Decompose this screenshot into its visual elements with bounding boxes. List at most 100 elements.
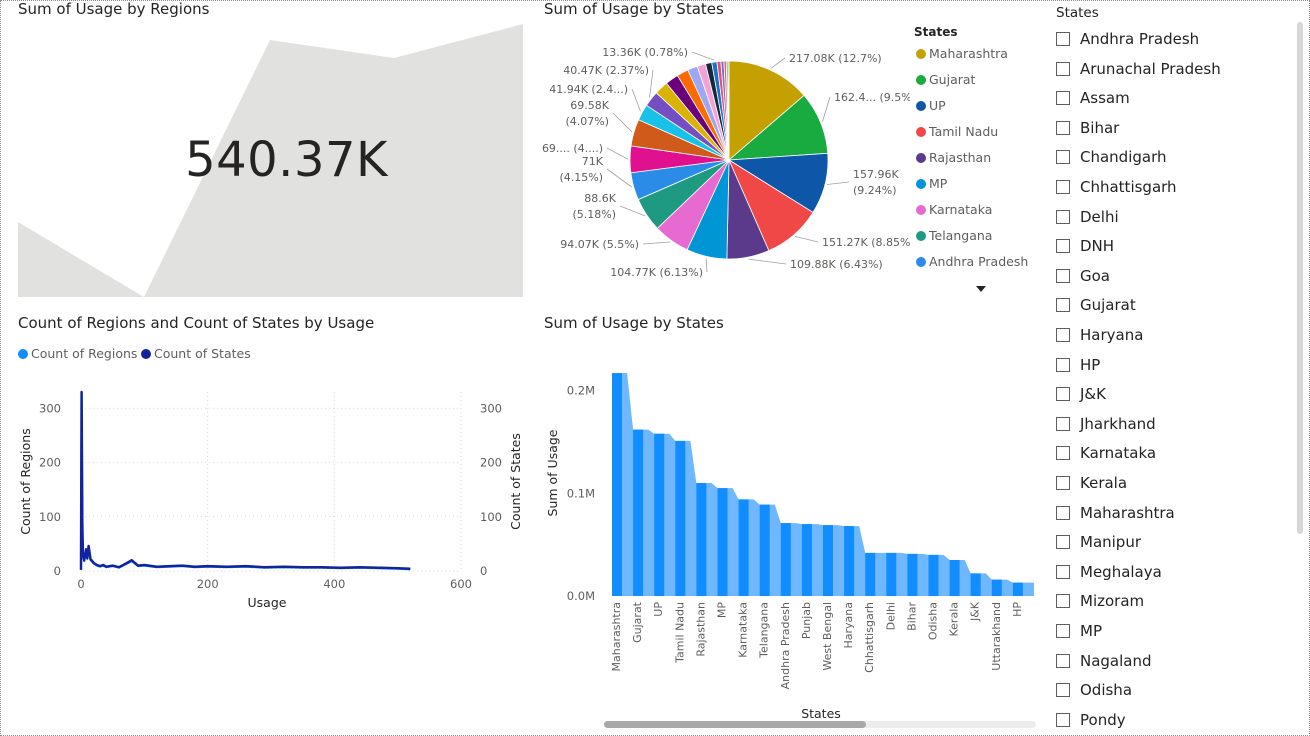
checkbox[interactable] [1056, 594, 1070, 609]
y-tick-label-right: 0 [480, 564, 487, 578]
slicer-item[interactable]: Delhi [1056, 208, 1119, 228]
checkbox[interactable] [1056, 446, 1070, 461]
slicer-item[interactable]: Chandigarh [1056, 148, 1167, 168]
slicer-item[interactable]: Pondy [1056, 711, 1126, 731]
caret-down-icon[interactable] [976, 286, 986, 292]
bar[interactable] [633, 429, 644, 596]
slicer-item[interactable]: J&K [1056, 385, 1106, 405]
x-tick-label: Haryana [842, 602, 855, 649]
pie-legend-item[interactable]: Maharashtra [916, 46, 1008, 61]
slicer-item[interactable]: Manipur [1056, 533, 1141, 553]
legend-dot-states [141, 349, 151, 359]
usage-by-states-chart[interactable]: 0.0M 0.1M 0.2M Maharashtra Gujarat UP Tamil Na… [540, 360, 1040, 722]
bar[interactable] [991, 579, 1002, 596]
slicer-item[interactable]: Karnataka [1056, 444, 1156, 464]
slicer-item[interactable]: Arunachal Pradesh [1056, 60, 1221, 80]
pie-legend-item[interactable]: UP [916, 98, 946, 113]
checkbox[interactable] [1056, 505, 1070, 520]
checkbox[interactable] [1056, 416, 1070, 431]
bar[interactable] [738, 499, 749, 596]
checkbox[interactable] [1056, 535, 1070, 550]
bar[interactable] [865, 552, 876, 596]
checkbox[interactable] [1056, 268, 1070, 283]
y-axis-title-right: Count of States [508, 433, 523, 530]
bar[interactable] [907, 553, 918, 596]
bar[interactable] [844, 526, 855, 596]
checkbox[interactable] [1056, 61, 1070, 76]
y-tick-label-left: 300 [39, 401, 61, 415]
checkbox[interactable] [1056, 387, 1070, 402]
slicer-item[interactable]: MP [1056, 622, 1102, 642]
slicer-item[interactable]: HP [1056, 356, 1100, 376]
bar[interactable] [801, 524, 812, 596]
bar[interactable] [780, 523, 791, 596]
series-line-count-of-states[interactable] [79, 390, 411, 571]
checkbox[interactable] [1056, 150, 1070, 165]
legend-count-of-states[interactable]: Count of States [141, 346, 251, 361]
bar[interactable] [612, 373, 622, 596]
slicer-item-label: MP [1080, 622, 1102, 640]
bar[interactable] [675, 440, 686, 596]
series-line-count-of-regions[interactable] [80, 396, 411, 571]
checkbox[interactable] [1056, 239, 1070, 254]
checkbox[interactable] [1056, 653, 1070, 668]
checkbox[interactable] [1056, 180, 1070, 194]
slicer-item[interactable]: Maharashtra [1056, 504, 1175, 524]
checkbox[interactable] [1056, 91, 1070, 106]
x-tick-label: Gujarat [631, 601, 644, 643]
slicer-item[interactable]: Jharkhand [1056, 415, 1156, 435]
slicer-item[interactable]: Nagaland [1056, 652, 1152, 672]
pie-legend-item[interactable]: Karnataka [916, 202, 992, 217]
slicer-item[interactable]: Gujarat [1056, 296, 1136, 316]
checkbox[interactable] [1056, 712, 1070, 727]
bar[interactable] [886, 552, 897, 596]
checkbox[interactable] [1056, 328, 1070, 342]
slicer-item[interactable]: Bihar [1056, 119, 1119, 139]
slicer-item[interactable]: Haryana [1056, 326, 1143, 346]
slicer-item[interactable]: DNH [1056, 237, 1114, 257]
horizontal-scrollbar-thumb[interactable] [604, 721, 866, 728]
pie-legend-item[interactable]: MP [916, 176, 947, 191]
checkbox[interactable] [1056, 209, 1070, 224]
slicer-item[interactable]: Andhra Pradesh [1056, 30, 1199, 50]
y-axis-title: Sum of Usage [545, 429, 560, 516]
pie-legend-item[interactable]: Andhra Pradesh [916, 254, 1028, 269]
bar[interactable] [928, 554, 939, 596]
bar[interactable] [654, 433, 665, 596]
card-visual[interactable]: 540.37K [18, 24, 523, 297]
slicer-item[interactable]: Kerala [1056, 474, 1127, 494]
bar[interactable] [696, 483, 707, 596]
pie-chart[interactable]: 217.08K (12.7%) 162.4... (9.5%) 157.96K (9.… [540, 30, 910, 290]
bar[interactable] [717, 488, 728, 596]
pie-legend-item[interactable]: Tamil Nadu [916, 124, 998, 139]
slicer-item[interactable]: Mizoram [1056, 592, 1144, 612]
checkbox[interactable] [1056, 683, 1070, 698]
checkbox[interactable] [1056, 120, 1070, 135]
slicer-item-label: Nagaland [1080, 651, 1152, 670]
slicer-scrollbar[interactable] [1297, 22, 1303, 534]
slicer-item[interactable]: Chhattisgarh [1056, 178, 1177, 198]
slicer-item[interactable]: Goa [1056, 267, 1110, 287]
slicer-item-label: Odisha [1080, 681, 1133, 700]
bar[interactable] [759, 504, 770, 596]
checkbox[interactable] [1056, 357, 1070, 372]
pie-legend-item[interactable]: Rajasthan [916, 150, 991, 165]
legend-count-of-regions[interactable]: Count of Regions [18, 346, 137, 361]
checkbox[interactable] [1056, 476, 1070, 490]
bar[interactable] [823, 525, 833, 596]
x-tick-label: 600 [450, 577, 472, 591]
bar[interactable] [949, 560, 960, 596]
pie-legend-item[interactable]: Telangana [916, 228, 992, 243]
pie-legend-item[interactable]: Gujarat [916, 72, 975, 87]
checkbox[interactable] [1056, 564, 1070, 579]
pie-legend-dot [916, 127, 926, 137]
combo-line-chart[interactable]: 0 0 100 100 200 200 300 300 0 200 400 600 Usage Count… [14, 372, 534, 622]
checkbox[interactable] [1056, 298, 1070, 313]
checkbox[interactable] [1056, 32, 1070, 46]
slicer-item[interactable]: Meghalaya [1056, 563, 1162, 583]
bar[interactable] [1012, 582, 1023, 596]
slicer-item[interactable]: Odisha [1056, 681, 1132, 701]
checkbox[interactable] [1056, 624, 1070, 638]
slicer-item[interactable]: Assam [1056, 89, 1130, 109]
bar[interactable] [970, 573, 981, 596]
